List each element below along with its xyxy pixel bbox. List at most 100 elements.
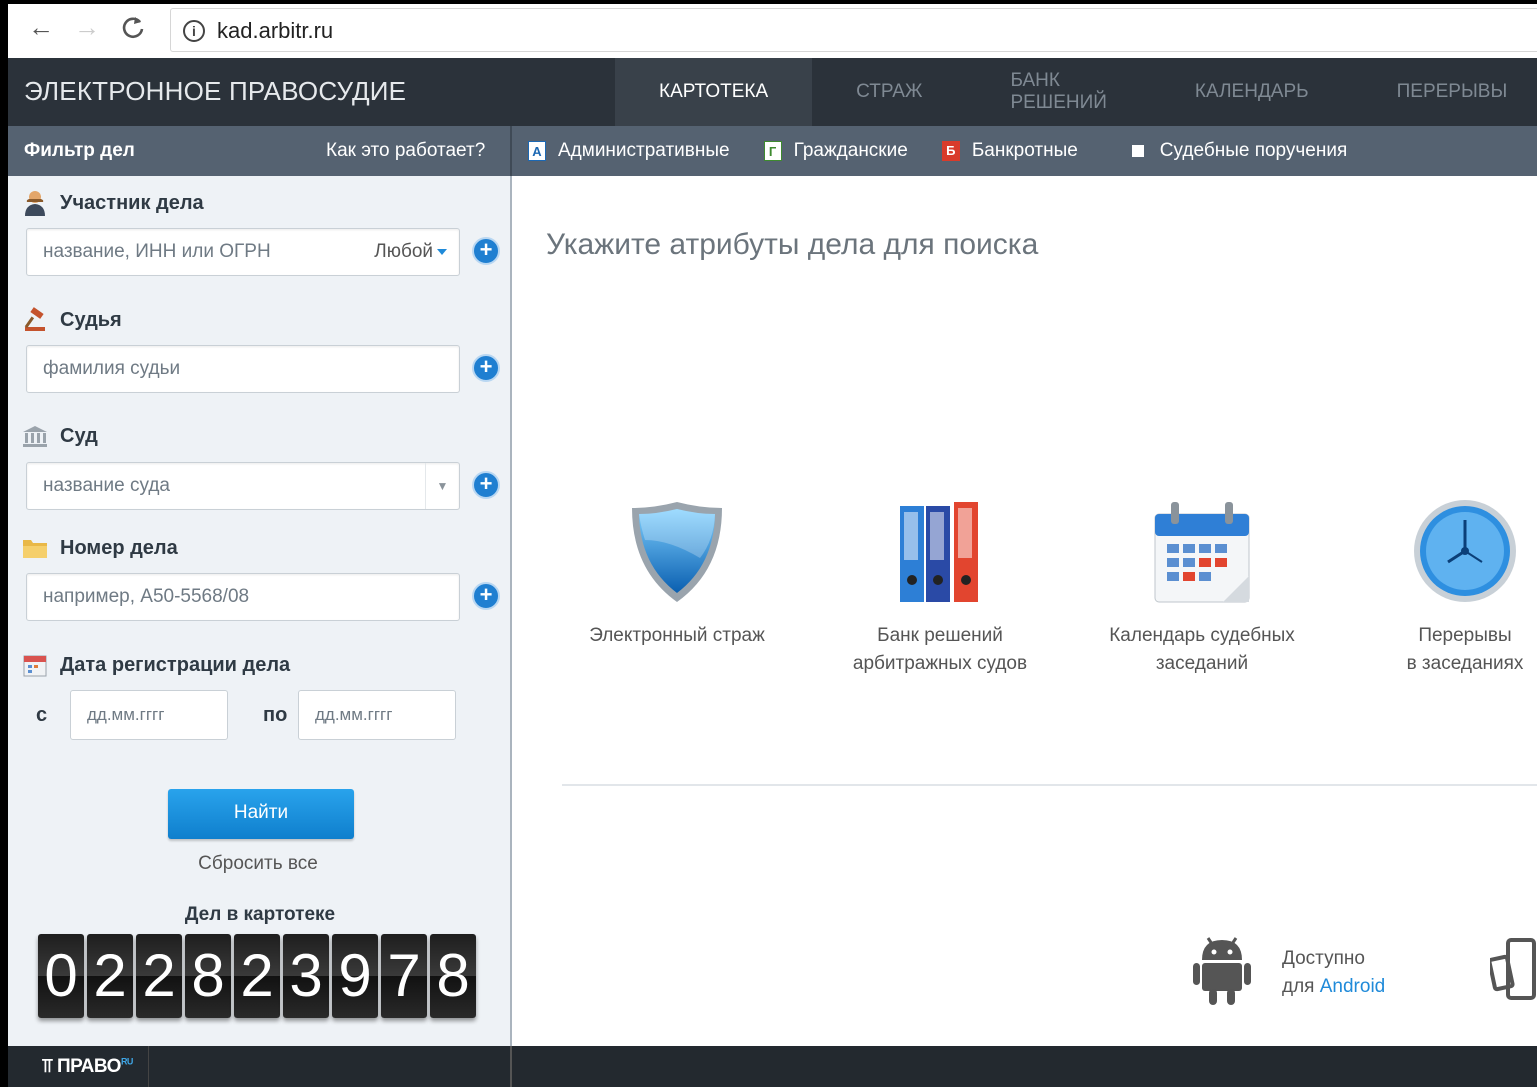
case-type-label: Банкротные xyxy=(971,140,1078,161)
find-button[interactable]: Найти xyxy=(168,789,354,839)
add-judge-button[interactable]: + xyxy=(472,354,500,382)
main-content: Укажите атрибуты дела для поиска Электро… xyxy=(512,176,1537,1046)
clock-icon xyxy=(1345,494,1537,604)
civil-badge-icon: Г xyxy=(763,141,782,161)
date-from-placeholder: дд.мм.гггг xyxy=(87,705,165,724)
android-text: Доступно для Android xyxy=(1282,947,1386,997)
counter-digit: 3 xyxy=(283,934,329,1018)
url-text[interactable]: kad.arbitr.ru xyxy=(217,18,333,44)
android-promo[interactable]: Доступно для Android xyxy=(1192,934,1385,1011)
gavel-icon xyxy=(22,307,48,333)
reg-date-label: Дата регистрации дела xyxy=(22,652,290,678)
feature-strazh[interactable]: Электронный страж xyxy=(557,494,797,650)
participant-input[interactable]: название, ИНН или ОГРН Любой xyxy=(26,228,460,276)
case-type-civil[interactable]: Г Гражданские xyxy=(763,140,908,162)
binders-icon xyxy=(820,494,1060,604)
nav-strazh[interactable]: СТРАЖ xyxy=(812,58,966,126)
nav-kalendar[interactable]: КАЛЕНДАРЬ xyxy=(1151,58,1353,126)
add-participant-button[interactable]: + xyxy=(472,237,500,265)
judge-label-text: Судья xyxy=(60,308,122,331)
chevron-down-icon[interactable]: ▼ xyxy=(425,463,459,509)
counter-digit: 7 xyxy=(381,934,427,1018)
feature-label: Электронный страж xyxy=(589,625,765,646)
folder-icon xyxy=(22,535,48,561)
counter-digit: 2 xyxy=(87,934,133,1018)
date-to-placeholder: дд.мм.гггг xyxy=(315,705,393,724)
filter-title: Фильтр дел xyxy=(24,140,135,161)
main-nav: КАРТОТЕКА СТРАЖ БАНК РЕШЕНИЙ КАЛЕНДАРЬ П… xyxy=(615,58,1537,126)
feature-kalendar[interactable]: Календарь судебных заседаний xyxy=(1082,494,1322,678)
case-type-label: Административные xyxy=(558,140,730,161)
add-case-number-button[interactable]: + xyxy=(472,582,500,610)
feature-bank-resheniy[interactable]: Банк решений арбитражных судов xyxy=(820,494,1060,678)
back-arrow-icon[interactable]: ← xyxy=(28,14,54,40)
square-icon xyxy=(1131,145,1144,157)
calendar-small-icon xyxy=(22,652,48,678)
filter-sidebar: Участник дела название, ИНН или ОГРН Люб… xyxy=(8,176,512,1046)
participant-type-value: Любой xyxy=(374,241,433,262)
court-placeholder: название суда xyxy=(43,475,170,496)
divider xyxy=(562,784,1537,786)
site-brand[interactable]: ЭЛЕКТРОННОЕ ПРАВОСУДИЕ xyxy=(24,76,406,107)
participant-label: Участник дела xyxy=(22,190,204,216)
date-to-label: по xyxy=(263,704,288,726)
date-from-input[interactable]: дд.мм.гггг xyxy=(70,690,228,740)
participant-placeholder: название, ИНН или ОГРН xyxy=(43,241,271,262)
filter-bar: Фильтр дел Как это работает? А Администр… xyxy=(8,126,1537,176)
date-to-input[interactable]: дд.мм.гггг xyxy=(298,690,456,740)
person-icon xyxy=(22,190,48,216)
participant-type-dropdown[interactable]: Любой xyxy=(374,229,447,275)
footer-separator xyxy=(148,1046,149,1087)
case-type-label: Судебные поручения xyxy=(1159,140,1348,161)
date-from-label: с xyxy=(36,704,48,726)
court-label: Суд xyxy=(22,423,98,449)
counter-digit: 0 xyxy=(38,934,84,1018)
footer-left: ⫪ ПРАВОRU xyxy=(8,1046,512,1087)
strip-divider xyxy=(510,126,512,176)
chevron-down-icon xyxy=(437,248,447,255)
counter-digit: 2 xyxy=(136,934,182,1018)
case-counter: 0 2 2 8 2 3 9 7 8 xyxy=(38,934,479,1018)
reg-date-label-text: Дата регистрации дела xyxy=(60,653,291,676)
participant-label-text: Участник дела xyxy=(60,191,204,214)
shield-icon xyxy=(557,494,797,604)
info-icon[interactable]: i xyxy=(183,20,205,42)
bankruptcy-badge-icon: Б xyxy=(941,141,960,161)
counter-digit: 8 xyxy=(185,934,231,1018)
case-type-label: Гражданские xyxy=(793,140,908,161)
site-header: ЭЛЕКТРОННОЕ ПРАВОСУДИЕ КАРТОТЕКА СТРАЖ Б… xyxy=(8,58,1537,126)
nav-pereryvy[interactable]: ПЕРЕРЫВЫ xyxy=(1353,58,1537,126)
address-bar[interactable]: i kad.arbitr.ru xyxy=(170,8,1537,52)
how-it-works-link[interactable]: Как это работает? xyxy=(326,140,485,162)
counter-digit: 8 xyxy=(430,934,476,1018)
court-select[interactable]: название суда ▼ xyxy=(26,462,460,510)
nav-kartoteka[interactable]: КАРТОТЕКА xyxy=(615,58,813,126)
forward-arrow-icon[interactable]: → xyxy=(74,14,100,40)
feature-label: Календарь судебных заседаний xyxy=(1109,625,1295,674)
case-number-label: Номер дела xyxy=(22,535,178,561)
case-type-bankruptcy[interactable]: Б Банкротные xyxy=(941,140,1078,162)
administrative-badge-icon: А xyxy=(528,141,546,161)
counter-digit: 9 xyxy=(332,934,378,1018)
judge-label: Судья xyxy=(22,307,122,333)
court-label-text: Суд xyxy=(60,424,98,447)
reload-icon[interactable] xyxy=(120,14,146,44)
case-type-administrative[interactable]: А Административные xyxy=(528,140,730,162)
devices-icon xyxy=(1487,938,1537,1009)
feature-label: Перерывы в заседаниях xyxy=(1406,625,1524,674)
case-number-label-text: Номер дела xyxy=(60,536,178,559)
case-count-label: Дел в картотеке xyxy=(184,904,336,925)
reset-all-link[interactable]: Сбросить все xyxy=(8,853,508,875)
feature-pereryvy[interactable]: Перерывы в заседаниях xyxy=(1345,494,1537,678)
footer: ⫪ ПРАВОRU xyxy=(8,1046,1537,1087)
android-link[interactable]: Android xyxy=(1320,976,1386,997)
page-title: Укажите атрибуты дела для поиска xyxy=(546,228,1039,261)
nav-bank-resheniy[interactable]: БАНК РЕШЕНИЙ xyxy=(966,58,1150,126)
add-court-button[interactable]: + xyxy=(472,471,500,499)
feature-label: Банк решений арбитражных судов xyxy=(852,625,1028,674)
browser-toolbar: ← → i kad.arbitr.ru xyxy=(0,0,1537,58)
case-number-input[interactable]: например, А50-5568/08 xyxy=(26,573,460,621)
pravo-logo[interactable]: ⫪ ПРАВОRU xyxy=(42,1056,133,1078)
case-type-court-orders[interactable]: Судебные поручения xyxy=(1112,140,1347,162)
judge-input[interactable]: фамилия судьи xyxy=(26,345,460,393)
